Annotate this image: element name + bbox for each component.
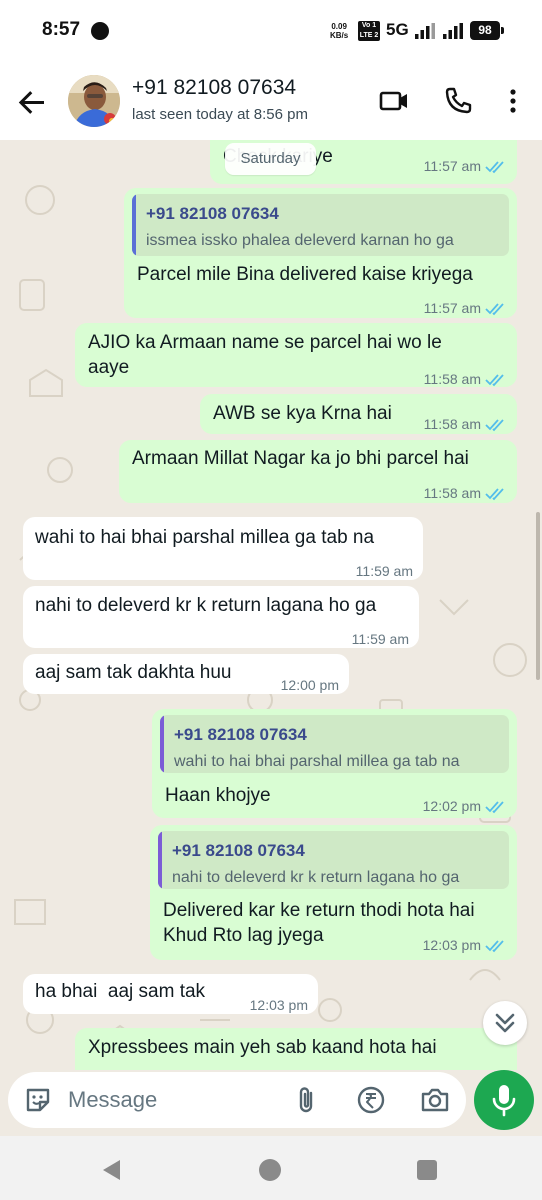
video-call-icon[interactable]	[377, 84, 411, 118]
read-ticks-icon	[485, 373, 504, 386]
message-text: aaj sam tak dakhta huu	[35, 662, 232, 683]
read-ticks-icon	[485, 302, 504, 315]
message-incoming[interactable]: wahi to hai bhai parshal millea ga tab n…	[23, 517, 423, 580]
voice-call-icon[interactable]	[441, 84, 475, 118]
quote-text: wahi to hai bhai parshal millea ga tab n…	[174, 753, 460, 770]
message-time: 11:58 am	[423, 371, 481, 387]
message-meta: 11:57 am	[424, 154, 507, 179]
more-vert-icon[interactable]	[496, 84, 530, 118]
scrollbar[interactable]	[536, 512, 540, 680]
last-seen-status: last seen today at 8:56 pm	[132, 106, 308, 123]
scroll-to-bottom-button[interactable]	[483, 1001, 527, 1045]
network-speed: 0.09 KB/s	[330, 22, 348, 40]
message-meta: 12:00 pm	[281, 673, 339, 698]
read-ticks-icon	[485, 160, 504, 173]
message-time: 11:57 am	[423, 158, 481, 174]
message-outgoing[interactable]: AJIO ka Armaan name se parcel hai wo le …	[75, 323, 517, 387]
back-arrow-icon[interactable]	[14, 84, 50, 120]
read-ticks-icon	[485, 939, 504, 952]
message-text: wahi to hai bhai parshal millea ga tab n…	[35, 527, 375, 548]
message-input[interactable]	[68, 1072, 288, 1128]
quoted-message[interactable]: +91 82108 07634 issmea issko phalea dele…	[132, 194, 509, 256]
nav-recents-icon[interactable]	[417, 1160, 437, 1180]
attach-icon[interactable]	[291, 1084, 323, 1116]
message-composer	[8, 1072, 466, 1128]
message-meta: 12:03 pm	[423, 933, 507, 958]
message-incoming[interactable]: nahi to deleverd kr k return lagana ho g…	[23, 586, 419, 648]
signal-sim2-icon	[443, 23, 463, 39]
message-time: 12:03 pm	[422, 937, 481, 953]
quote-author: +91 82108 07634	[146, 204, 279, 223]
network-type: 5G	[386, 20, 409, 39]
read-ticks-icon	[485, 418, 504, 431]
message-text: nahi to deleverd kr k return lagana ho g…	[35, 595, 377, 616]
volte-icon: Vo 1 LTE 2	[358, 21, 380, 41]
avatar-photo	[68, 75, 120, 127]
rupee-payment-icon[interactable]	[355, 1084, 387, 1116]
message-meta: 11:57 am	[424, 296, 507, 321]
message-text: Haan khojye	[165, 785, 271, 806]
nav-back-icon[interactable]	[103, 1160, 120, 1180]
message-meta: 11:58 am	[424, 367, 507, 392]
message-time: 12:00 pm	[280, 677, 339, 693]
net-speed-value: 0.09	[331, 22, 347, 31]
sticker-icon[interactable]	[22, 1084, 54, 1116]
signal-sim1-icon	[415, 23, 435, 39]
message-time: 12:03 pm	[249, 997, 308, 1013]
message-text: AWB se kya Krna hai	[213, 403, 392, 424]
message-meta: 12:03 pm	[250, 993, 308, 1018]
message-time: 11:59 am	[355, 563, 413, 579]
message-meta: 12:02 pm	[423, 794, 507, 819]
message-outgoing[interactable]: AWB se kya Krna hai 11:58 am	[200, 394, 517, 434]
quote-author: +91 82108 07634	[172, 841, 305, 860]
message-time: 11:58 am	[423, 485, 481, 501]
message-incoming[interactable]: ha bhai aaj sam tak 12:03 pm	[23, 974, 318, 1014]
message-text: ha bhai aaj sam tak	[35, 981, 206, 1002]
message-time: 11:59 am	[351, 631, 409, 647]
message-meta: 11:58 am	[424, 412, 507, 437]
quote-author: +91 82108 07634	[174, 725, 307, 744]
message-text: AJIO ka Armaan name se parcel hai wo le …	[88, 332, 442, 378]
message-time: 11:57 am	[423, 300, 481, 316]
message-text: Parcel mile Bina delivered kaise kriyega	[137, 264, 473, 285]
status-time: 8:57	[42, 19, 81, 40]
quoted-message[interactable]: +91 82108 07634 wahi to hai bhai parshal…	[160, 715, 509, 773]
mic-icon	[492, 1085, 516, 1117]
quoted-message[interactable]: +91 82108 07634 nahi to deleverd kr k re…	[158, 831, 509, 889]
quote-text: nahi to deleverd kr k return lagana ho g…	[172, 869, 460, 886]
status-bar: 8:57 0.09 KB/s Vo 1 LTE 2 5G 98	[0, 0, 542, 62]
date-chip: Saturday	[225, 143, 316, 175]
read-ticks-icon	[485, 800, 504, 813]
message-outgoing-reply[interactable]: +91 82108 07634 issmea issko phalea dele…	[124, 188, 517, 318]
avatar[interactable]	[68, 75, 120, 127]
volte-top: Vo 1	[361, 22, 377, 29]
message-outgoing[interactable]: Armaan Millat Nagar ka jo bhi parcel hai…	[119, 440, 517, 503]
recording-dot-icon	[91, 22, 109, 40]
read-ticks-icon	[485, 487, 504, 500]
chat-header: +91 82108 07634 last seen today at 8:56 …	[0, 62, 542, 140]
message-incoming[interactable]: aaj sam tak dakhta huu 12:00 pm	[23, 654, 349, 694]
battery-icon: 98	[470, 21, 504, 40]
message-time: 12:02 pm	[422, 798, 481, 814]
contact-name[interactable]: +91 82108 07634	[132, 76, 296, 100]
message-outgoing-reply[interactable]: +91 82108 07634 nahi to deleverd kr k re…	[150, 825, 517, 960]
voice-message-button[interactable]	[474, 1070, 534, 1130]
chat-area[interactable]: Check kariye 11:57 am Saturday +91 82108…	[0, 140, 542, 1070]
message-outgoing[interactable]: Xpressbees main yeh sab kaand hota hai	[75, 1028, 517, 1070]
message-time: 11:58 am	[423, 416, 481, 432]
message-outgoing-reply[interactable]: +91 82108 07634 wahi to hai bhai parshal…	[152, 709, 517, 818]
double-chevron-down-icon	[495, 1013, 515, 1033]
volte-bottom: LTE 2	[359, 32, 379, 39]
message-meta: 11:59 am	[352, 627, 409, 652]
message-text: Xpressbees main yeh sab kaand hota hai	[88, 1037, 437, 1058]
camera-icon[interactable]	[419, 1084, 451, 1116]
message-meta: 11:58 am	[424, 481, 507, 506]
net-speed-unit: KB/s	[330, 31, 349, 40]
nav-home-icon[interactable]	[259, 1159, 281, 1181]
quote-text: issmea issko phalea deleverd karnan ho g…	[146, 232, 454, 249]
message-meta: 11:59 am	[356, 559, 413, 584]
message-text: Armaan Millat Nagar ka jo bhi parcel hai	[132, 448, 469, 469]
